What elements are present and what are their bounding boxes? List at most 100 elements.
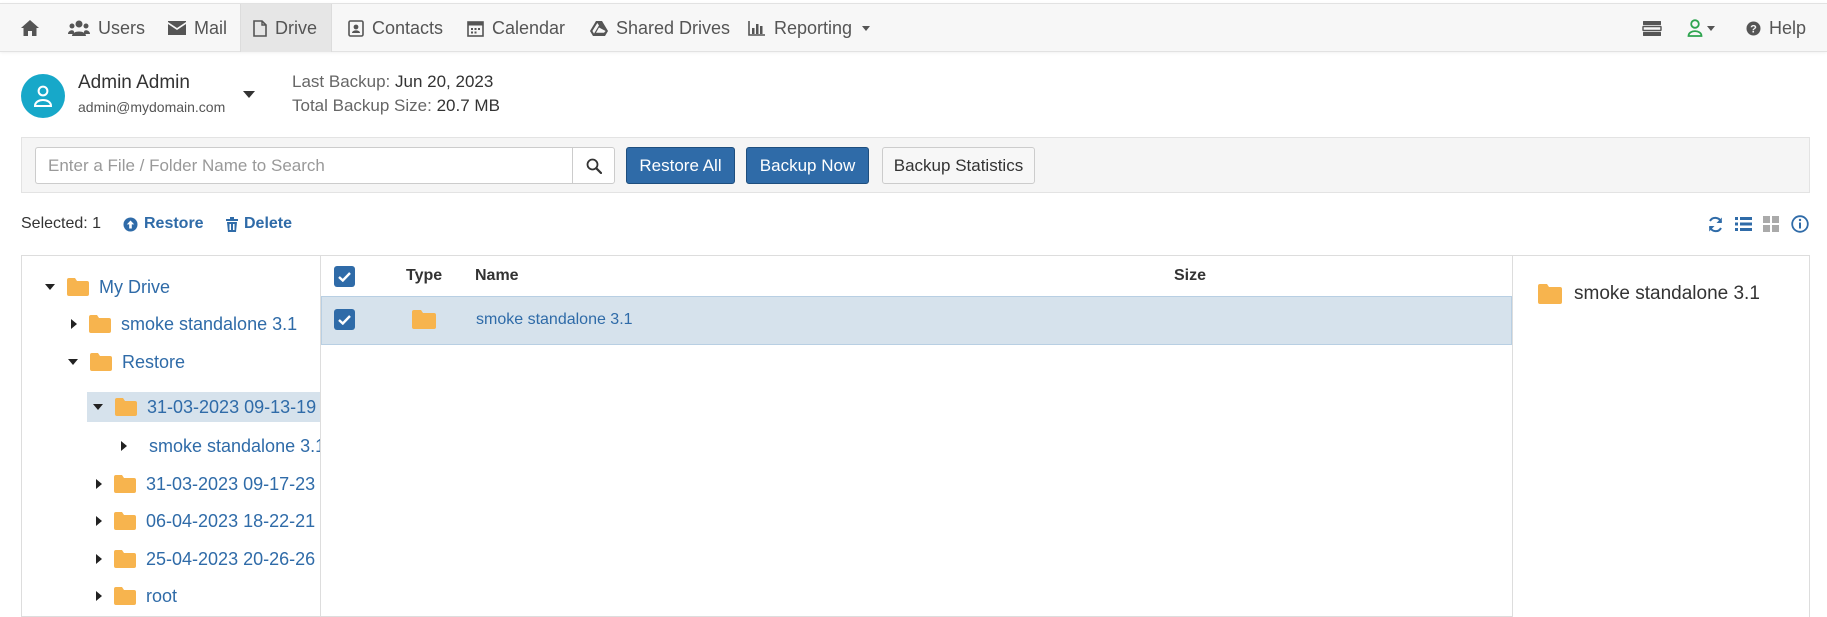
table-row[interactable]: smoke standalone 3.1 bbox=[321, 296, 1512, 345]
tree-item-root[interactable]: root bbox=[22, 580, 320, 612]
nav-calendar-label: Calendar bbox=[492, 17, 566, 38]
tree-item-label: 25-04-2023 20-26-26 bbox=[146, 548, 316, 569]
tree-item-backup[interactable]: 25-04-2023 20-26-26 bbox=[22, 543, 320, 575]
folder-icon bbox=[67, 278, 89, 296]
nav-users[interactable]: Users bbox=[56, 4, 157, 52]
nav-shared-drives-label: Shared Drives bbox=[616, 17, 731, 38]
row-checkbox[interactable] bbox=[334, 309, 355, 330]
nav-contacts-label: Contacts bbox=[372, 17, 444, 38]
tree-item-my-drive[interactable]: My Drive bbox=[22, 271, 320, 303]
checkmark-icon bbox=[338, 271, 351, 282]
caret-down-icon[interactable] bbox=[93, 404, 103, 410]
refresh-icon bbox=[1708, 216, 1722, 232]
contacts-icon bbox=[348, 19, 364, 37]
home-nav-button[interactable] bbox=[8, 4, 52, 52]
total-size-value: 20.7 MB bbox=[436, 96, 500, 115]
restore-link-label: Restore bbox=[144, 215, 204, 232]
caret-down-icon[interactable] bbox=[45, 284, 55, 290]
chevron-down-icon bbox=[1707, 25, 1715, 31]
caret-right-icon[interactable] bbox=[96, 554, 102, 564]
nav-mail[interactable]: Mail bbox=[156, 4, 239, 52]
svg-text:?: ? bbox=[1750, 23, 1757, 35]
grid-view-icon bbox=[1763, 216, 1779, 232]
user-icon bbox=[33, 85, 53, 107]
caret-right-icon[interactable] bbox=[96, 479, 102, 489]
folder-icon bbox=[115, 398, 137, 416]
server-status-button[interactable] bbox=[1630, 4, 1674, 52]
info-icon bbox=[1791, 215, 1809, 233]
folder-icon bbox=[114, 475, 136, 493]
select-all-checkbox[interactable] bbox=[334, 266, 355, 287]
arrow-up-circle-icon bbox=[123, 217, 138, 231]
caret-down-icon[interactable] bbox=[68, 359, 78, 365]
folder-tree: My Drive smoke standalone 3.1 Restore 31… bbox=[21, 255, 320, 617]
file-list: Type Name Size smoke standalone 3.1 bbox=[320, 255, 1513, 617]
folder-icon bbox=[114, 587, 136, 605]
search-input[interactable] bbox=[35, 147, 573, 184]
caret-right-icon[interactable] bbox=[96, 591, 102, 601]
folder-icon bbox=[89, 315, 111, 333]
list-view-button[interactable] bbox=[1733, 214, 1753, 234]
list-header: Type Name Size bbox=[321, 256, 1512, 296]
nav-calendar[interactable]: Calendar bbox=[455, 4, 577, 52]
tree-item-label: smoke standalone 3.1 bbox=[149, 435, 320, 456]
google-drive-icon bbox=[590, 21, 608, 36]
column-header-name[interactable]: Name bbox=[475, 267, 519, 285]
top-navbar: Users Mail Drive Contacts Calendar Share… bbox=[0, 3, 1827, 52]
nav-help-label: Help bbox=[1769, 17, 1807, 38]
user-name: Admin Admin bbox=[78, 72, 190, 93]
selected-count: Selected: 1 bbox=[21, 215, 102, 232]
refresh-button[interactable] bbox=[1705, 214, 1725, 234]
last-backup: Last Backup: Jun 20, 2023 bbox=[292, 72, 493, 92]
caret-right-icon[interactable] bbox=[96, 516, 102, 526]
folder-icon bbox=[90, 353, 112, 371]
last-backup-label: Last Backup: bbox=[292, 72, 391, 91]
account-menu-button[interactable] bbox=[1675, 4, 1727, 52]
tree-item-label: 06-04-2023 18-22-21 bbox=[146, 510, 316, 531]
user-menu-chevron-icon[interactable] bbox=[243, 91, 255, 98]
server-icon bbox=[1642, 20, 1662, 36]
tree-item-backup-selected[interactable]: 31-03-2023 09-13-19 bbox=[87, 392, 320, 422]
nav-reporting-label: Reporting bbox=[774, 17, 853, 38]
nav-reporting[interactable]: Reporting bbox=[736, 4, 882, 52]
tree-item-backup[interactable]: 06-04-2023 18-22-21 bbox=[22, 505, 320, 537]
restore-all-button[interactable]: Restore All bbox=[626, 147, 735, 184]
tree-item-label: smoke standalone 3.1 bbox=[121, 313, 298, 334]
tree-item-restore[interactable]: Restore bbox=[22, 346, 320, 378]
tree-item-backup[interactable]: 31-03-2023 09-17-23 bbox=[22, 468, 320, 500]
nav-users-label: Users bbox=[98, 17, 146, 38]
chevron-down-icon bbox=[862, 25, 871, 31]
folder-icon bbox=[1538, 284, 1562, 304]
search-button[interactable] bbox=[572, 147, 615, 184]
tree-item-smoke-standalone[interactable]: smoke standalone 3.1 bbox=[22, 308, 320, 340]
tree-item-label: root bbox=[146, 585, 178, 606]
tree-item-label: 31-03-2023 09-17-23 bbox=[146, 473, 316, 494]
caret-right-icon[interactable] bbox=[121, 441, 127, 451]
restore-link[interactable]: Restore bbox=[123, 215, 204, 233]
folder-icon bbox=[412, 310, 436, 329]
backup-now-button[interactable]: Backup Now bbox=[746, 147, 869, 184]
delete-link[interactable]: Delete bbox=[226, 215, 292, 233]
users-icon bbox=[68, 20, 90, 36]
info-button[interactable] bbox=[1790, 214, 1810, 234]
nav-shared-drives[interactable]: Shared Drives bbox=[578, 4, 742, 52]
nav-drive[interactable]: Drive bbox=[240, 4, 332, 52]
home-icon bbox=[21, 20, 39, 36]
column-header-size[interactable]: Size bbox=[1174, 267, 1206, 285]
nav-help[interactable]: ? Help bbox=[1734, 4, 1818, 52]
tree-item-label: 31-03-2023 09-13-19 bbox=[147, 396, 317, 417]
grid-view-button[interactable] bbox=[1761, 214, 1781, 234]
nav-contacts[interactable]: Contacts bbox=[336, 4, 455, 52]
folder-icon bbox=[114, 512, 136, 530]
column-header-type[interactable]: Type bbox=[406, 267, 442, 285]
tree-item-smoke-standalone-nested[interactable]: smoke standalone 3.1 bbox=[22, 430, 320, 462]
folder-icon bbox=[114, 550, 136, 568]
row-name[interactable]: smoke standalone 3.1 bbox=[476, 311, 633, 329]
search-toolbar: Restore All Backup Now Backup Statistics bbox=[21, 137, 1810, 193]
caret-right-icon[interactable] bbox=[71, 319, 77, 329]
avatar bbox=[21, 74, 65, 118]
backup-statistics-button[interactable]: Backup Statistics bbox=[882, 147, 1035, 184]
delete-link-label: Delete bbox=[244, 215, 293, 232]
help-icon: ? bbox=[1746, 21, 1761, 35]
details-title: smoke standalone 3.1 bbox=[1574, 283, 1760, 304]
